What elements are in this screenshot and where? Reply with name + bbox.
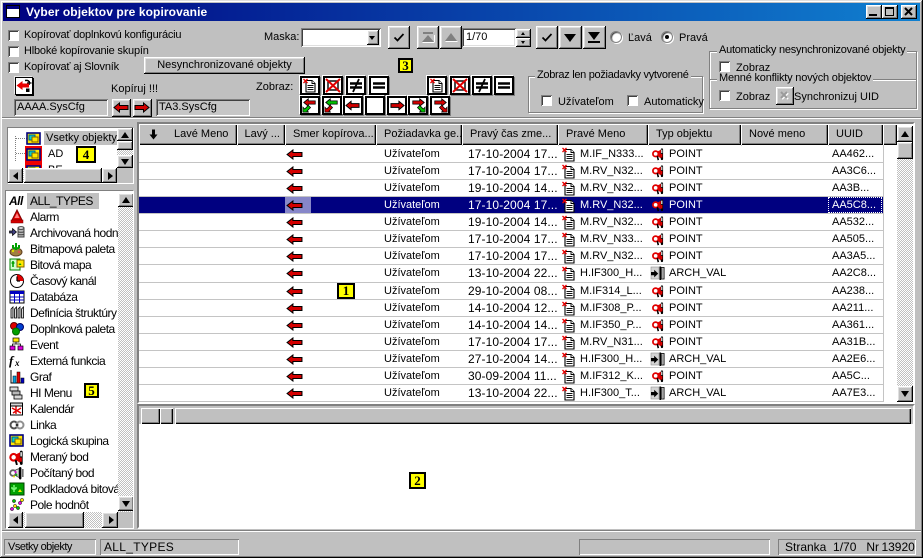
svg-text:x: x bbox=[14, 358, 20, 368]
svg-text:All: All bbox=[9, 194, 24, 208]
